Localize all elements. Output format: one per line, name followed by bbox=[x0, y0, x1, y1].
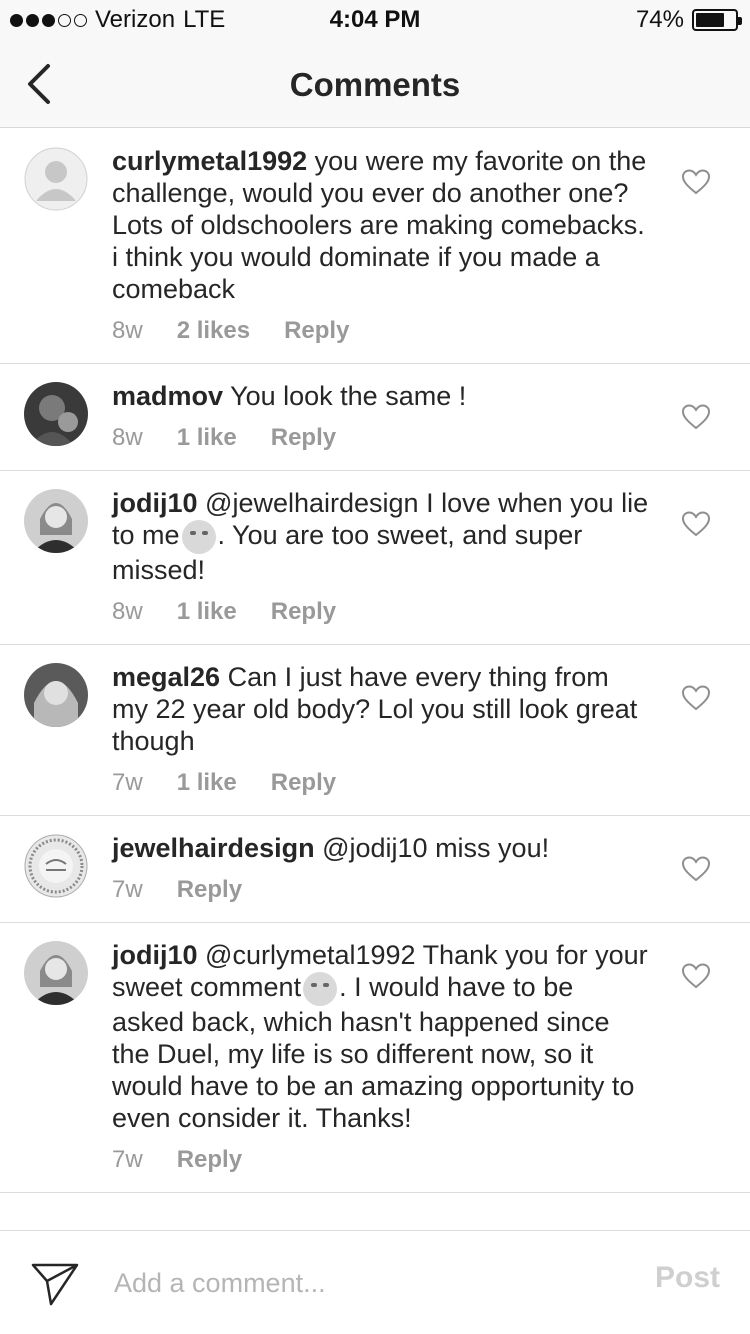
battery-fill bbox=[696, 13, 725, 27]
avatar[interactable] bbox=[24, 662, 88, 727]
comment-item: madmov You look the same ! 8w 1 like Rep… bbox=[0, 364, 750, 471]
comment-composer: Post bbox=[0, 1230, 750, 1334]
avatar[interactable] bbox=[24, 834, 88, 898]
reply-button[interactable]: Reply bbox=[271, 598, 336, 626]
comment-username[interactable]: curlymetal1992 bbox=[112, 146, 307, 176]
comment-username[interactable]: jewelhairdesign bbox=[112, 833, 315, 863]
post-button[interactable]: Post bbox=[655, 1261, 720, 1295]
comment-item: megal26 Can I just have every thing from… bbox=[0, 645, 750, 816]
avatar[interactable] bbox=[24, 489, 88, 553]
comment-text: curlymetal1992 you were my favorite on t… bbox=[112, 145, 650, 305]
heart-icon[interactable] bbox=[682, 511, 710, 537]
status-right: 74% bbox=[635, 6, 742, 34]
comment-body: @jodij10 miss you! bbox=[322, 832, 550, 863]
comment-username[interactable]: madmov bbox=[112, 381, 223, 411]
likes-count[interactable]: 2 likes bbox=[177, 317, 250, 345]
comment-text: jodij10 @jewelhairdesign I love when you… bbox=[112, 487, 650, 586]
comments-list[interactable]: curlymetal1992 you were my favorite on t… bbox=[0, 129, 750, 1230]
battery-icon bbox=[692, 9, 742, 31]
heart-icon[interactable] bbox=[682, 963, 710, 989]
reply-button[interactable]: Reply bbox=[177, 1146, 242, 1174]
comment-body: You look the same ! bbox=[230, 381, 467, 411]
comment-time: 8w bbox=[112, 424, 143, 451]
comment-item: jewelhairdesign @jodij10 miss you! 7w Re… bbox=[0, 816, 750, 923]
likes-count[interactable]: 1 like bbox=[177, 769, 237, 797]
likes-count[interactable]: 1 like bbox=[177, 424, 237, 452]
heart-icon[interactable] bbox=[682, 169, 710, 195]
comment-item: jodij10 @curlymetal1992 Thank you for yo… bbox=[0, 923, 750, 1193]
reply-button[interactable]: Reply bbox=[271, 769, 336, 797]
heart-icon[interactable] bbox=[682, 685, 710, 711]
navigation-bar: Comments bbox=[0, 40, 750, 128]
battery-percent: 74% bbox=[635, 6, 684, 33]
user-photo-icon bbox=[24, 382, 88, 446]
likes-count[interactable]: 1 like bbox=[177, 598, 237, 626]
user-photo-icon bbox=[24, 489, 88, 553]
default-avatar-icon bbox=[24, 147, 88, 211]
heart-icon[interactable] bbox=[682, 404, 710, 430]
reply-button[interactable]: Reply bbox=[271, 424, 336, 452]
comment-meta: 7w Reply bbox=[112, 876, 650, 904]
comment-meta: 7w 1 like Reply bbox=[112, 769, 650, 797]
comment-meta: 8w 1 like Reply bbox=[112, 598, 650, 626]
comment-text: jodij10 @curlymetal1992 Thank you for yo… bbox=[112, 939, 650, 1134]
heart-icon[interactable] bbox=[682, 856, 710, 882]
logo-avatar-icon bbox=[24, 834, 88, 898]
paper-plane-icon[interactable] bbox=[30, 1261, 80, 1307]
comment-meta: 8w 1 like Reply bbox=[112, 424, 650, 452]
reply-button[interactable]: Reply bbox=[284, 317, 349, 345]
comment-meta: 8w 2 likes Reply bbox=[112, 317, 650, 345]
comment-meta: 7w Reply bbox=[112, 1146, 650, 1174]
avatar[interactable] bbox=[24, 382, 88, 446]
comment-text: megal26 Can I just have every thing from… bbox=[112, 661, 650, 757]
comment-username[interactable]: megal26 bbox=[112, 662, 220, 692]
comment-time: 8w bbox=[112, 597, 143, 625]
avatar[interactable] bbox=[24, 940, 88, 1005]
winking-face-emoji-icon bbox=[181, 519, 216, 554]
comment-time: 7w bbox=[112, 1145, 143, 1173]
user-photo-icon bbox=[24, 940, 88, 1005]
comment-item: curlymetal1992 you were my favorite on t… bbox=[0, 129, 750, 364]
comment-username[interactable]: jodij10 bbox=[112, 488, 198, 518]
avatar[interactable] bbox=[24, 147, 88, 211]
comment-item: jodij10 @jewelhairdesign I love when you… bbox=[0, 471, 750, 645]
comment-input[interactable] bbox=[114, 1261, 614, 1305]
comment-time: 7w bbox=[112, 875, 143, 903]
page-title: Comments bbox=[289, 66, 461, 103]
comment-time: 8w bbox=[112, 317, 143, 344]
comment-username[interactable]: jodij10 bbox=[112, 940, 198, 970]
user-photo-icon bbox=[24, 662, 88, 727]
status-bar: Verizon LTE 4:04 PM 74% bbox=[0, 0, 750, 40]
comment-text: madmov You look the same ! bbox=[112, 380, 650, 412]
comment-text: jewelhairdesign @jodij10 miss you! bbox=[112, 832, 650, 864]
reply-button[interactable]: Reply bbox=[177, 876, 242, 904]
smiling-face-emoji-icon bbox=[303, 971, 338, 1006]
comment-time: 7w bbox=[112, 768, 143, 796]
